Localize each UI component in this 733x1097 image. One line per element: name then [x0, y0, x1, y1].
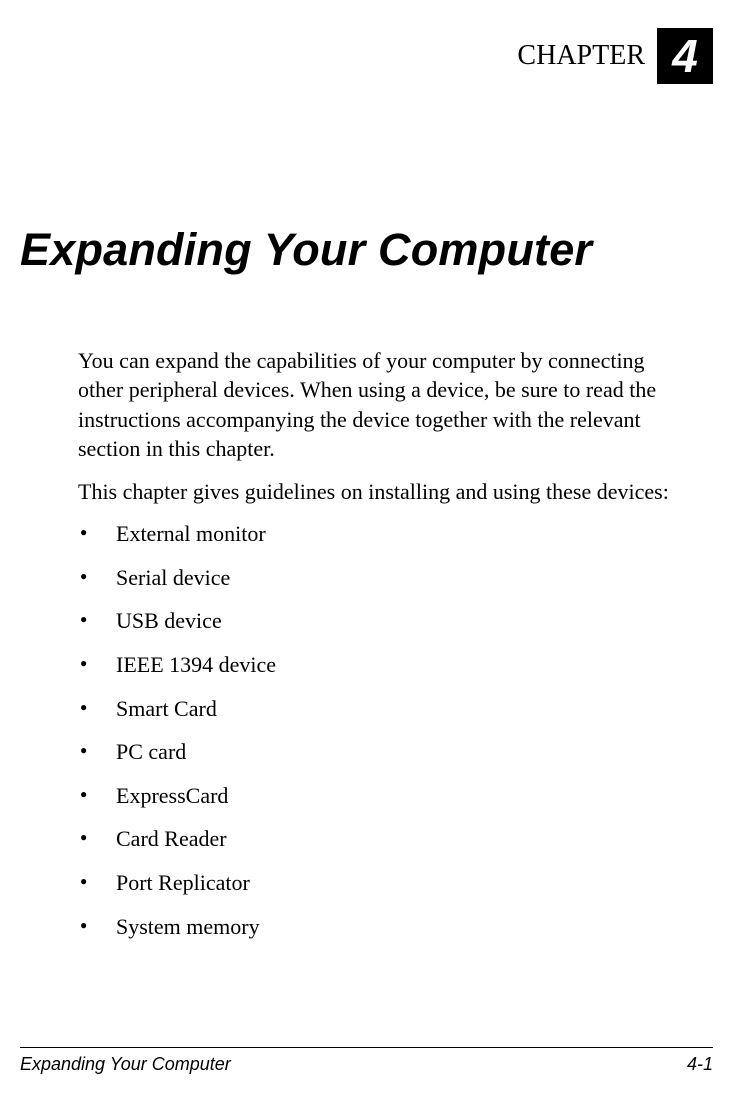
- list-item: ExpressCard: [78, 782, 693, 811]
- list-item: Port Replicator: [78, 869, 693, 898]
- intro-paragraph-1: You can expand the capabilities of your …: [78, 346, 693, 463]
- chapter-number: 4: [672, 33, 698, 79]
- list-item: Serial device: [78, 564, 693, 593]
- list-item: Card Reader: [78, 825, 693, 854]
- footer-title: Expanding Your Computer: [20, 1054, 231, 1075]
- list-item: USB device: [78, 607, 693, 636]
- chapter-header: CHAPTER 4: [20, 28, 713, 84]
- list-item: External monitor: [78, 520, 693, 549]
- list-item: Smart Card: [78, 695, 693, 724]
- list-item: IEEE 1394 device: [78, 651, 693, 680]
- footer-page-number: 4-1: [687, 1054, 713, 1075]
- chapter-label: CHAPTER: [517, 40, 645, 72]
- list-item: PC card: [78, 738, 693, 767]
- footer-rule: [20, 1047, 713, 1048]
- chapter-number-box: 4: [657, 28, 713, 84]
- list-item: System memory: [78, 913, 693, 942]
- page-footer: Expanding Your Computer 4-1: [20, 1047, 713, 1075]
- device-list: External monitor Serial device USB devic…: [78, 520, 693, 941]
- body-content: You can expand the capabilities of your …: [20, 346, 713, 941]
- page-title: Expanding Your Computer: [20, 224, 713, 276]
- intro-paragraph-2: This chapter gives guidelines on install…: [78, 477, 693, 506]
- footer-row: Expanding Your Computer 4-1: [20, 1054, 713, 1075]
